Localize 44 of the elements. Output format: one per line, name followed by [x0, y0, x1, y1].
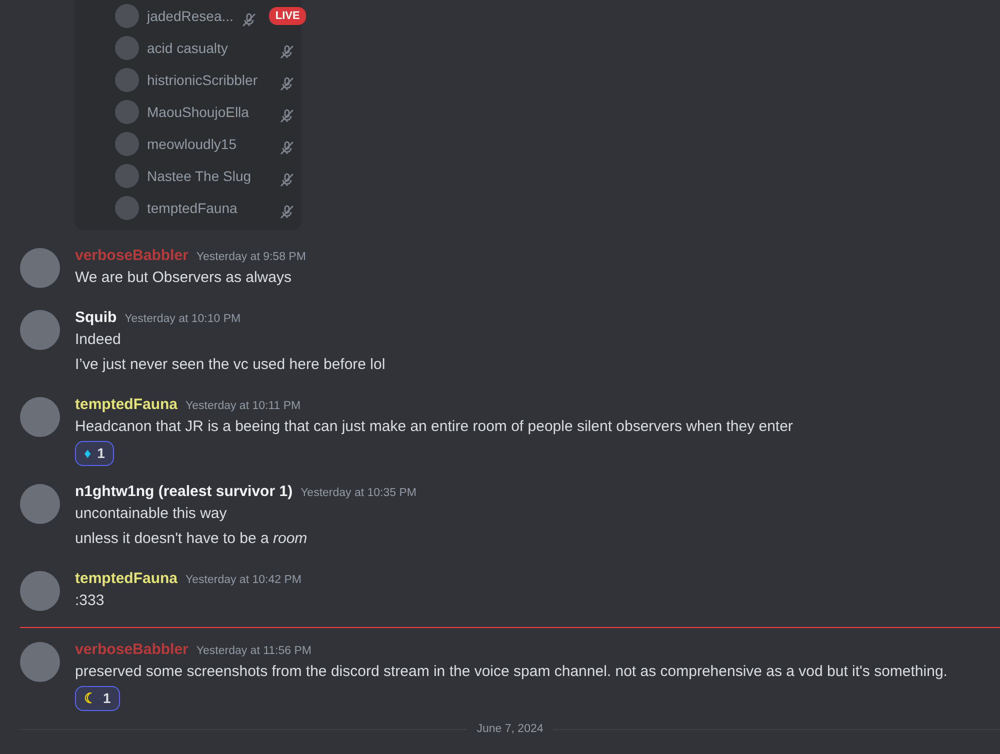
timestamp: Yesterday at 10:42 PM — [186, 573, 302, 588]
message-text: Indeed — [75, 330, 122, 350]
message-text: We are but Observers as always — [75, 268, 292, 288]
avatar-placeholder — [20, 571, 60, 611]
message-text: Headcanon that JR is a beeing that can just make an entire room of people silent observers when they enter — [75, 417, 793, 437]
avatar-placeholder — [115, 68, 139, 92]
reaction-emoji: ♦ — [84, 444, 92, 463]
timestamp: Yesterday at 10:35 PM — [300, 486, 416, 501]
timestamp: Yesterday at 9:58 PM — [196, 250, 306, 265]
avatar-placeholder — [20, 484, 60, 524]
username[interactable]: Squib — [75, 308, 117, 328]
username[interactable]: temptedFauna — [75, 395, 178, 415]
member-name[interactable]: MaouShoujoElla — [147, 102, 249, 122]
avatar-placeholder — [115, 132, 139, 156]
live-badge: LIVE — [269, 6, 306, 26]
reaction-emoji: ☾ — [84, 689, 97, 708]
avatar-placeholder — [20, 310, 60, 350]
avatar-placeholder — [115, 100, 139, 124]
message-text: I’ve just never seen the vc used here before lol — [75, 355, 386, 375]
message-text: uncontainable this way — [75, 504, 228, 524]
avatar-placeholder — [20, 397, 60, 437]
timestamp: Yesterday at 10:10 PM — [124, 312, 241, 327]
username[interactable]: n1ghtw1ng (realest survivor 1) — [75, 482, 293, 502]
message-text: unless it doesn't have to be a room — [75, 529, 308, 549]
member-name[interactable]: jadedResea... — [147, 6, 234, 26]
username[interactable]: temptedFauna — [75, 569, 178, 589]
timestamp: Yesterday at 11:56 PM — [196, 644, 312, 659]
avatar-placeholder — [115, 196, 139, 220]
member-name[interactable]: temptedFauna — [147, 198, 238, 218]
member-name[interactable]: meowloudly15 — [147, 134, 236, 154]
date-divider-text: June 7, 2024 — [476, 722, 544, 737]
member-name[interactable]: Nastee The Slug — [147, 166, 252, 186]
avatar-placeholder — [115, 164, 139, 188]
avatar-placeholder — [20, 248, 60, 288]
reaction-button[interactable]: ☾ 1 — [75, 686, 120, 711]
message-text: :333 — [75, 591, 106, 611]
avatar-placeholder — [20, 642, 60, 682]
timestamp: Yesterday at 10:11 PM — [186, 399, 301, 414]
message-text: preserved some screenshots from the discord stream in the voice spam channel. not as comprehensive as a vod but it's something. — [75, 662, 948, 682]
avatar-placeholder — [115, 4, 139, 28]
reaction-button[interactable]: ♦ 1 — [75, 441, 114, 466]
member-name[interactable]: histrionicScribbler — [147, 70, 258, 90]
member-name[interactable]: acid casualty — [147, 38, 228, 58]
avatar-placeholder — [115, 36, 139, 60]
